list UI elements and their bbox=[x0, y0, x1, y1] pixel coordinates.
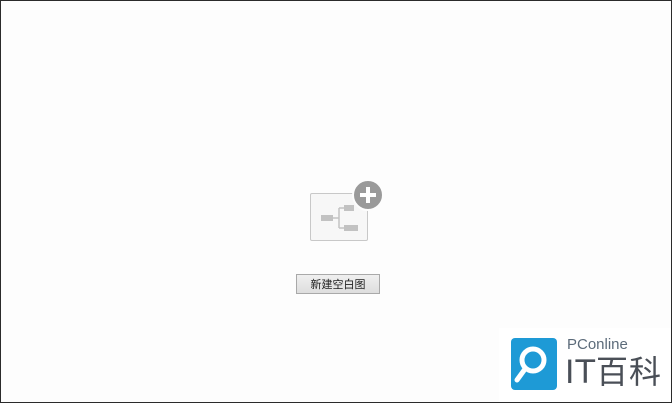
watermark: PConline IT百科 bbox=[499, 328, 671, 402]
new-blank-diagram-button[interactable]: 新建空白图 bbox=[296, 274, 380, 294]
plus-glyph bbox=[360, 187, 376, 203]
watermark-brand: PConline bbox=[567, 336, 628, 353]
plus-circle-icon[interactable] bbox=[352, 179, 384, 211]
application-window: 新建空白图 PConline IT百科 bbox=[0, 0, 672, 403]
watermark-title: IT百科 bbox=[565, 353, 662, 391]
magnifier-logo-icon bbox=[511, 338, 557, 390]
